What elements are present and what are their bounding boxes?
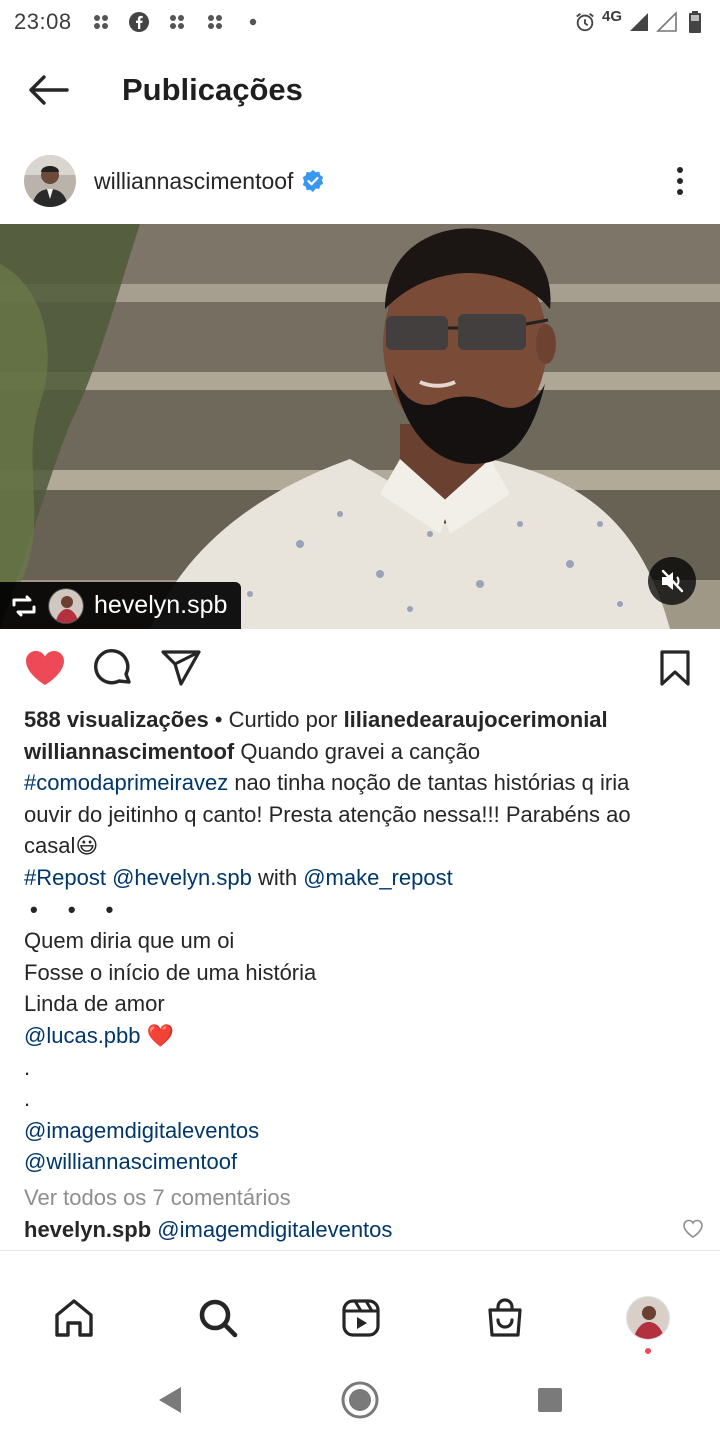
mention-link[interactable]: @hevelyn.spb (112, 865, 252, 890)
repost-username: hevelyn.spb (94, 591, 228, 619)
caption-line: Quem diria que um oi (24, 928, 235, 954)
more-vertical-icon (677, 167, 683, 195)
mention-link[interactable]: @make_repost (303, 865, 453, 890)
home-circle-icon (341, 1381, 379, 1419)
system-back-button[interactable] (150, 1380, 190, 1420)
comment-icon (94, 649, 131, 685)
top-bar: Publicações (0, 44, 720, 136)
nav-reels[interactable] (337, 1294, 385, 1342)
caption-text: Quando gravei a canção (234, 738, 481, 764)
verified-badge-icon (303, 170, 324, 192)
comment-author[interactable]: hevelyn.spb (24, 1214, 151, 1246)
mention-link[interactable]: @lucas.pbb (24, 1023, 141, 1048)
bottom-navigation (0, 1276, 720, 1360)
back-button[interactable] (0, 44, 96, 136)
video-frame (0, 224, 720, 629)
hashtag-link[interactable]: #comodaprimeiravez (24, 770, 228, 795)
system-recents-button[interactable] (530, 1380, 570, 1420)
alarm-icon (574, 11, 596, 33)
post-header: williannascimentoof (0, 140, 720, 222)
more-options-button[interactable] (640, 141, 720, 221)
profile-avatar (626, 1296, 670, 1340)
share-button[interactable] (158, 645, 204, 691)
battery-icon (684, 11, 706, 33)
notification-icon (204, 11, 226, 33)
caption-line: casal😃 (24, 833, 99, 859)
caption-text: nao tinha noção de tantas histórias q ir… (228, 770, 630, 796)
heart-emoji: ❤️ (146, 1022, 175, 1048)
system-home-button[interactable] (340, 1380, 380, 1420)
repost-avatar (48, 587, 84, 624)
heart-filled-icon (26, 651, 64, 685)
recents-square-icon (538, 1388, 562, 1412)
caption-line: Fosse o início de uma história (24, 959, 317, 985)
notification-dot (645, 1348, 651, 1354)
network-type: 4G (601, 7, 622, 25)
view-all-comments-link[interactable]: Ver todos os 7 comentários (24, 1182, 704, 1214)
comment-preview: hevelyn.spb @imagemdigitaleventos (24, 1214, 704, 1246)
bookmark-icon (660, 650, 690, 686)
save-button[interactable] (652, 645, 698, 691)
home-icon (55, 1299, 93, 1337)
caption-line: . (24, 1086, 31, 1112)
repost-credit: #Repost @hevelyn.spb with @make_repost (24, 862, 704, 894)
avatar[interactable] (24, 155, 76, 207)
search-icon (199, 1299, 237, 1338)
hashtag-link[interactable]: #Repost (24, 865, 106, 890)
liked-by-prefix: • Curtido por (208, 707, 344, 732)
caption-line: @lucas.pbb ❤️ (24, 1020, 704, 1052)
nav-profile[interactable] (624, 1294, 672, 1354)
post-stats: 588 visualizações • Curtido por lilianed… (24, 704, 704, 736)
signal-icon (628, 11, 650, 33)
status-time: 23:08 (14, 9, 72, 34)
like-button[interactable] (22, 645, 68, 691)
reels-icon (342, 1299, 380, 1337)
mute-toggle-button[interactable] (648, 557, 696, 605)
arrow-left-icon (29, 75, 69, 105)
caption-text: with (251, 864, 304, 890)
notification-icon (166, 11, 188, 33)
liked-by-user[interactable]: lilianedearaujocerimonial (344, 707, 608, 732)
mention-link[interactable]: @imagemdigitaleventos (24, 1118, 259, 1143)
mention-link[interactable]: @williannascimentoof (24, 1149, 237, 1174)
nav-search[interactable] (194, 1294, 242, 1342)
heart-outline-icon[interactable] (682, 1218, 704, 1240)
system-navigation (0, 1360, 720, 1440)
back-triangle-icon (159, 1387, 181, 1413)
post-actions (0, 634, 720, 702)
nav-home[interactable] (50, 1294, 98, 1342)
caption-separator: • • • (30, 896, 126, 922)
post-caption-area: 588 visualizações • Curtido por lilianed… (24, 704, 704, 1245)
notification-icon (90, 11, 112, 33)
views-count[interactable]: 588 visualizações (24, 707, 209, 732)
send-icon (161, 650, 201, 686)
caption-line: ouvir do jeitinho q canto! Presta atençã… (24, 801, 631, 827)
status-notification-icons (90, 11, 264, 33)
post-video[interactable] (0, 224, 720, 629)
repost-icon (12, 595, 36, 616)
caption-author[interactable]: williannascimentoof (24, 739, 234, 764)
caption-line: @imagemdigitaleventos (24, 1115, 704, 1147)
caption-line: . (24, 1054, 31, 1080)
page-title: Publicações (122, 72, 303, 107)
signal-icon (656, 11, 678, 33)
post-username[interactable]: williannascimentoof (94, 168, 293, 195)
caption-line: williannascimentoof Quando gravei a canç… (24, 736, 704, 768)
mention-link[interactable]: @imagemdigitaleventos (157, 1214, 392, 1246)
divider (0, 1250, 720, 1251)
status-system-icons: 4G (574, 7, 706, 33)
caption-line: Linda de amor (24, 991, 165, 1017)
dot-icon (242, 11, 264, 33)
caption-line: @williannascimentoof (24, 1146, 704, 1178)
facebook-icon (128, 11, 150, 33)
repost-tag[interactable]: hevelyn.spb (0, 582, 242, 629)
shop-icon (487, 1298, 522, 1337)
status-bar: 23:08 4G (0, 0, 720, 44)
comment-button[interactable] (90, 645, 136, 691)
muted-speaker-icon (661, 569, 684, 593)
nav-shop[interactable] (481, 1294, 529, 1342)
caption-line: #comodaprimeiravez nao tinha noção de ta… (24, 767, 704, 799)
